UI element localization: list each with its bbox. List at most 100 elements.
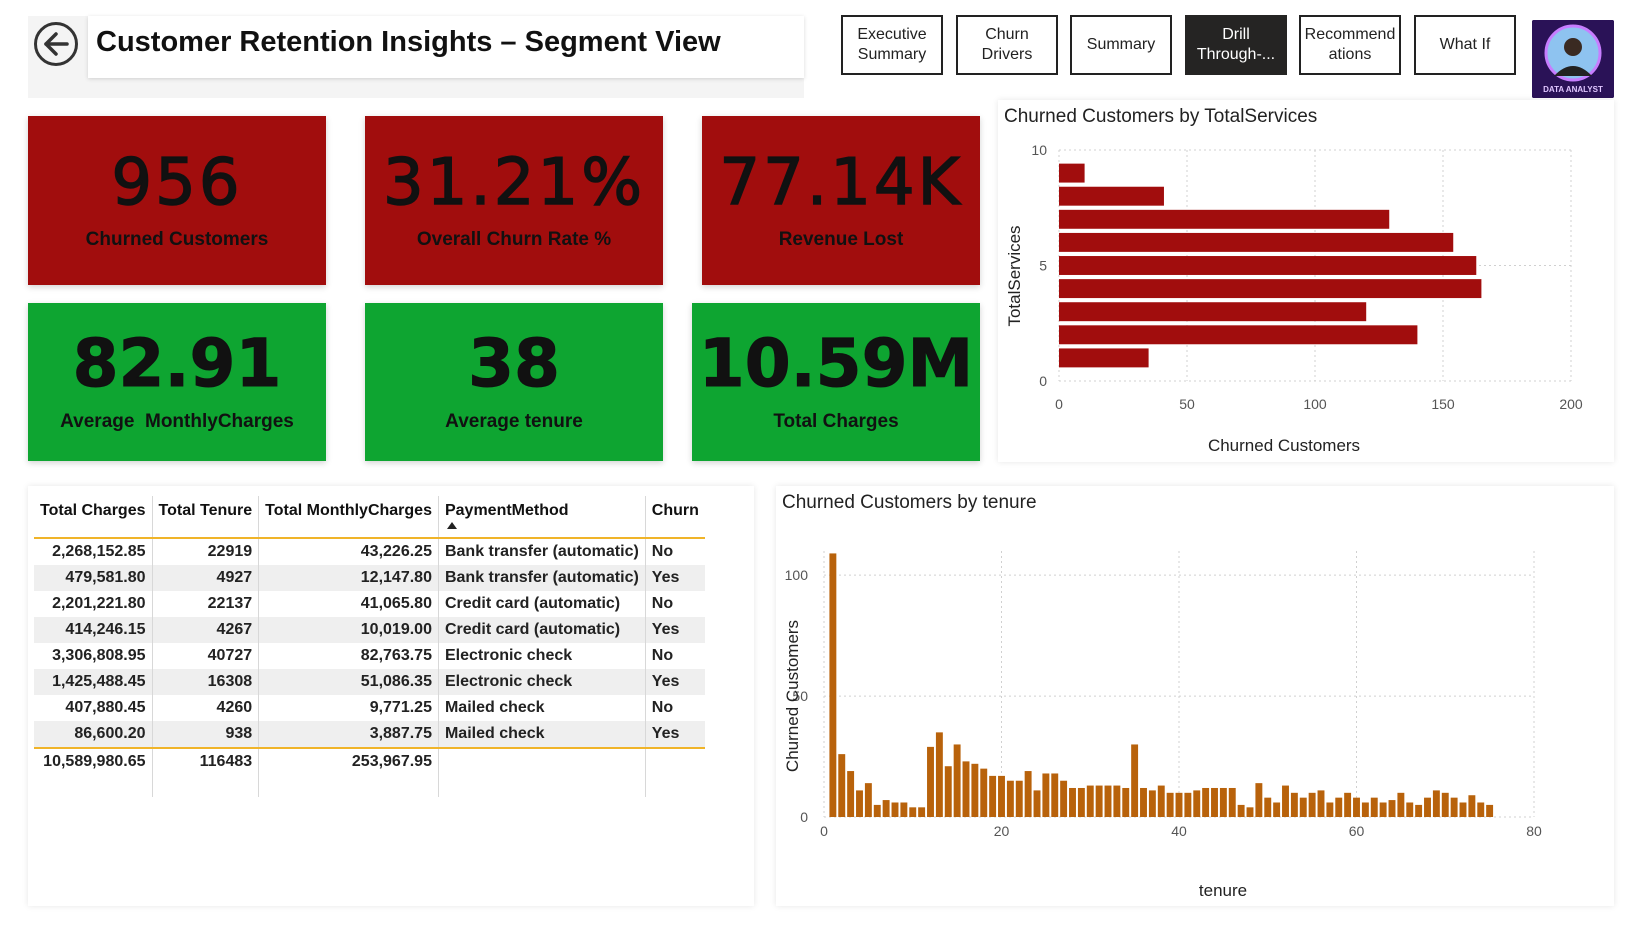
bar[interactable]: [1353, 797, 1360, 817]
nav-recommendations[interactable]: Recommendations: [1299, 15, 1401, 75]
table-row[interactable]: 407,880.45 4260 9,771.25 Mailed check No: [34, 695, 705, 721]
bar[interactable]: [882, 800, 890, 817]
bar[interactable]: [980, 768, 988, 817]
bar[interactable]: [1113, 785, 1121, 817]
bar[interactable]: [1388, 800, 1396, 817]
bar[interactable]: [1326, 802, 1334, 817]
table-row[interactable]: 86,600.20 938 3,887.75 Mailed check Yes: [34, 721, 705, 748]
bar[interactable]: [1299, 797, 1307, 817]
bar[interactable]: [1157, 785, 1165, 817]
bar[interactable]: [1060, 780, 1068, 817]
bar[interactable]: [1059, 302, 1367, 322]
table-row[interactable]: 2,268,152.85 22919 43,226.25 Bank transfer …: [34, 538, 705, 565]
bar[interactable]: [1059, 256, 1477, 275]
bar[interactable]: [1335, 797, 1343, 817]
bar[interactable]: [1140, 787, 1147, 817]
bar[interactable]: [1006, 780, 1014, 817]
bar[interactable]: [1015, 780, 1023, 817]
bar[interactable]: [1477, 802, 1485, 817]
bar[interactable]: [1059, 348, 1149, 368]
bar[interactable]: [1069, 787, 1076, 817]
bar[interactable]: [1432, 790, 1440, 817]
tenure-chart[interactable]: 0 20 40 60 80050100 tenure Churned Customers: [776, 486, 1614, 906]
bar[interactable]: [1290, 792, 1298, 817]
bar[interactable]: [998, 775, 1005, 817]
bar[interactable]: [1441, 792, 1449, 817]
column-header[interactable]: Churn: [645, 496, 705, 539]
nav-drill-through[interactable]: Drill Through-...: [1185, 15, 1287, 75]
bar[interactable]: [1424, 797, 1431, 817]
services-chart[interactable]: 0 50 100 150 200 0 5 10 Churned Customers Total…: [998, 100, 1614, 462]
bar[interactable]: [891, 802, 899, 817]
bar[interactable]: [838, 754, 846, 817]
bar[interactable]: [944, 766, 952, 817]
bar[interactable]: [935, 732, 943, 817]
nav-executive-summary[interactable]: Executive Summary: [841, 15, 943, 75]
bar[interactable]: [1095, 785, 1103, 817]
bar[interactable]: [1237, 804, 1245, 817]
bar[interactable]: [873, 804, 881, 817]
bar[interactable]: [856, 790, 863, 817]
bar[interactable]: [1370, 797, 1378, 817]
bar[interactable]: [1406, 802, 1414, 817]
bar[interactable]: [1273, 802, 1281, 817]
bar[interactable]: [1059, 186, 1164, 206]
bar[interactable]: [1255, 783, 1263, 817]
column-header[interactable]: Total Tenure: [152, 496, 260, 539]
bar[interactable]: [1344, 792, 1352, 817]
table-row[interactable]: 414,246.15 4267 10,019.00 Credit card (auto…: [34, 617, 705, 643]
bar[interactable]: [1450, 797, 1458, 817]
bar[interactable]: [1059, 209, 1390, 229]
bar[interactable]: [1317, 790, 1325, 817]
bar[interactable]: [971, 763, 979, 817]
bar[interactable]: [918, 807, 926, 817]
bar[interactable]: [962, 761, 970, 817]
bar[interactable]: [1308, 792, 1316, 817]
bar[interactable]: [864, 783, 872, 817]
bar[interactable]: [1059, 279, 1482, 299]
bar[interactable]: [1468, 795, 1476, 817]
bar[interactable]: [1033, 790, 1041, 817]
nav-summary[interactable]: Summary: [1070, 15, 1172, 75]
bar[interactable]: [1379, 802, 1387, 817]
bar[interactable]: [1264, 797, 1272, 817]
bar[interactable]: [1077, 787, 1085, 817]
table-row[interactable]: 479,581.80 4927 12,147.80 Bank transfer (au…: [34, 565, 705, 591]
column-header[interactable]: Total Charges: [34, 496, 153, 539]
bar[interactable]: [1282, 785, 1289, 817]
bar[interactable]: [1051, 773, 1059, 817]
bar[interactable]: [1184, 792, 1192, 817]
bar[interactable]: [953, 744, 961, 817]
bar[interactable]: [847, 771, 855, 817]
nav-what-if[interactable]: What If: [1414, 15, 1516, 75]
bar[interactable]: [1486, 804, 1494, 817]
back-button[interactable]: [34, 22, 78, 66]
bar[interactable]: [900, 802, 908, 817]
bar[interactable]: [1104, 785, 1112, 817]
bar[interactable]: [1211, 787, 1218, 817]
bar[interactable]: [1024, 771, 1032, 817]
column-header[interactable]: Total MonthlyCharges: [258, 496, 439, 539]
bar[interactable]: [1122, 787, 1130, 817]
bar[interactable]: [1219, 787, 1227, 817]
bar[interactable]: [927, 746, 934, 817]
bar[interactable]: [1175, 792, 1183, 817]
bar[interactable]: [1202, 787, 1210, 817]
bar[interactable]: [1193, 790, 1201, 817]
bar[interactable]: [1228, 787, 1236, 817]
table-row[interactable]: 3,306,808.95 40727 82,763.75 Electronic che…: [34, 643, 705, 669]
table-row[interactable]: 2,201,221.80 22137 41,065.80 Credit card (a…: [34, 591, 705, 617]
bar[interactable]: [1166, 792, 1174, 817]
table-row[interactable]: 1,425,488.45 16308 51,086.35 Electronic che…: [34, 669, 705, 695]
nav-churn-drivers[interactable]: Churn Drivers: [956, 15, 1058, 75]
bar[interactable]: [1059, 232, 1454, 252]
bar[interactable]: [1246, 807, 1254, 817]
column-header[interactable]: PaymentMethod: [438, 496, 646, 539]
bar[interactable]: [1459, 802, 1467, 817]
bar[interactable]: [1361, 802, 1369, 817]
bar[interactable]: [909, 807, 917, 817]
bar[interactable]: [989, 775, 997, 817]
bar[interactable]: [1415, 804, 1423, 817]
bar[interactable]: [1059, 325, 1418, 345]
bar[interactable]: [1131, 744, 1139, 817]
